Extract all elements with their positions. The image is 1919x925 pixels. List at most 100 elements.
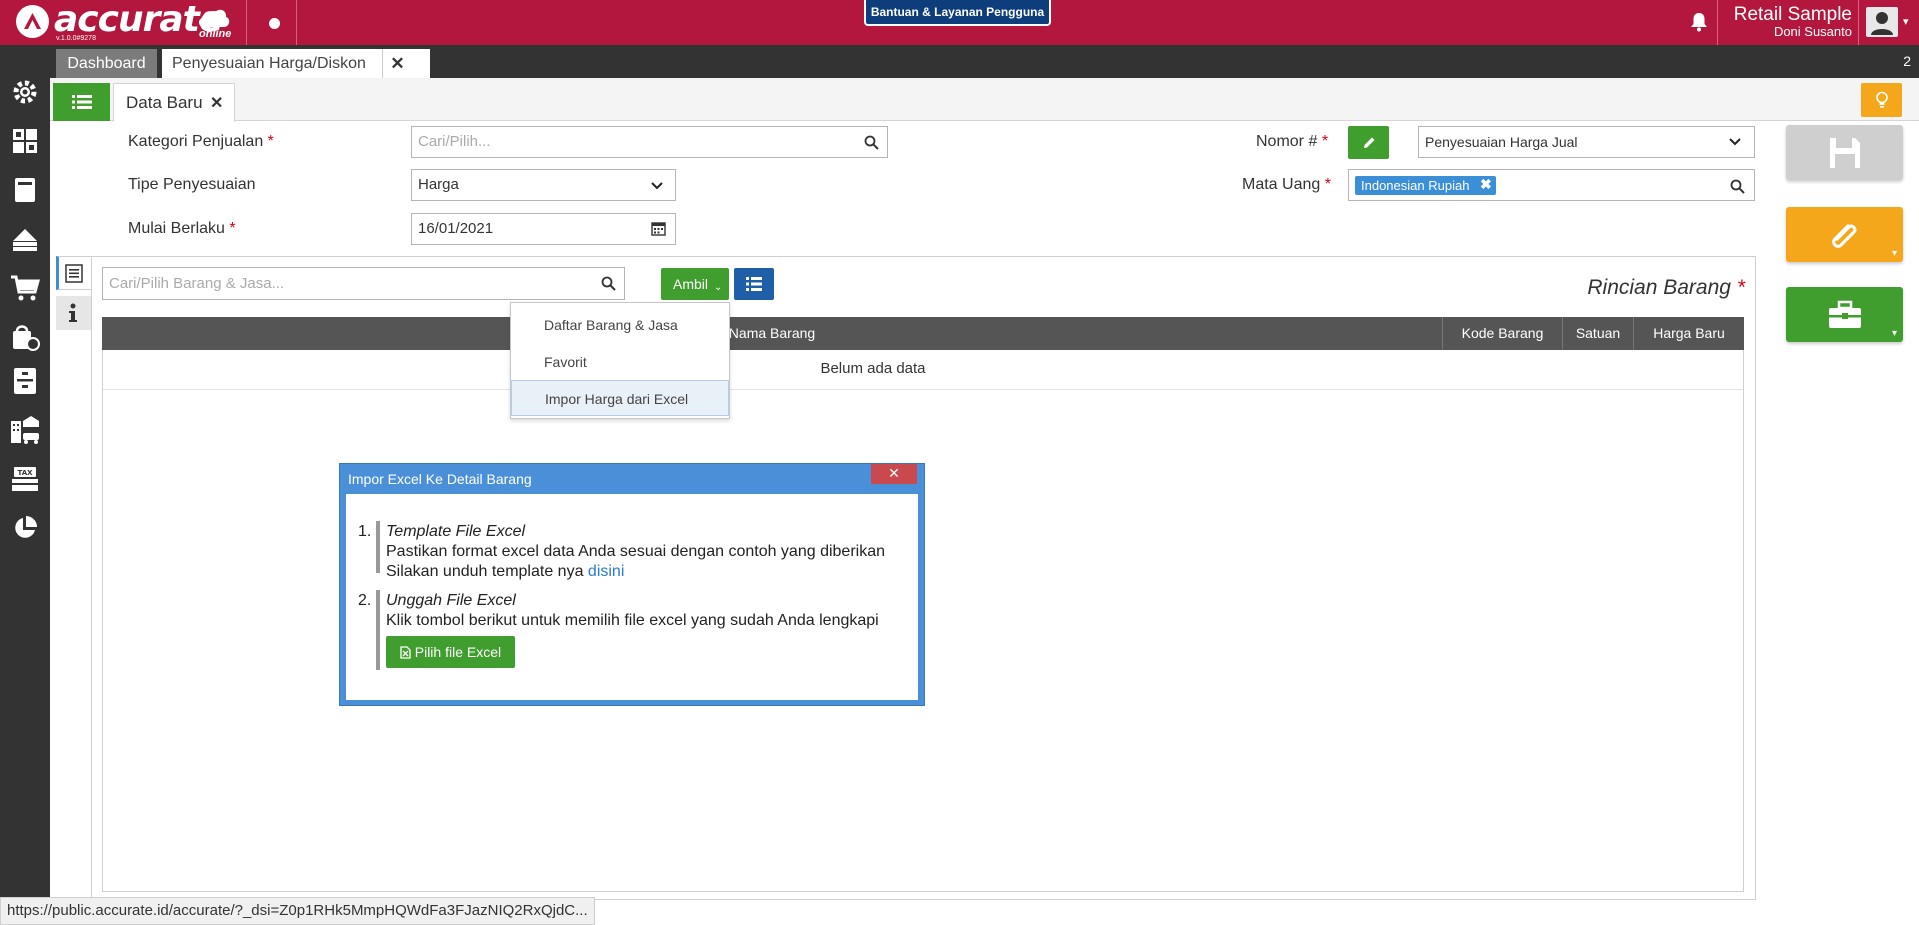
pencil-icon bbox=[1363, 137, 1374, 148]
kategori-penjualan-input[interactable]: Cari/Pilih... bbox=[411, 126, 888, 158]
detail-info-tab[interactable] bbox=[56, 296, 91, 330]
lightbulb-icon bbox=[1875, 91, 1888, 108]
inventory-cabinet-icon[interactable] bbox=[8, 364, 42, 398]
module-tab-bar: Dashboard Penyesuaian Harga/Diskon ✕ 2 bbox=[50, 45, 1919, 78]
tools-button[interactable]: ▾ bbox=[1786, 287, 1903, 342]
dialog-body: 1. Template File Excel Pastikan format e… bbox=[346, 494, 918, 700]
edit-number-button[interactable] bbox=[1348, 126, 1389, 159]
list-view-button[interactable] bbox=[53, 83, 110, 121]
divider bbox=[1858, 0, 1859, 45]
shopping-bag-icon[interactable] bbox=[8, 320, 42, 354]
tipe-penyesuaian-label: Tipe Penyesuaian bbox=[128, 176, 256, 193]
floppy-disk-icon bbox=[1829, 137, 1860, 168]
paperclip-icon bbox=[1831, 223, 1856, 248]
document-list-icon bbox=[65, 264, 83, 283]
form-tab-bar bbox=[50, 78, 1919, 121]
divider bbox=[246, 0, 247, 45]
item-search-input[interactable]: Cari/Pilih Barang & Jasa... bbox=[102, 267, 625, 300]
cloud-icon bbox=[198, 9, 230, 27]
tips-button[interactable] bbox=[1861, 83, 1902, 117]
menu-item-favorit[interactable]: Favorit bbox=[511, 344, 729, 380]
currency-tag: Indonesian Rupiah bbox=[1355, 176, 1496, 195]
step-divider bbox=[376, 590, 380, 670]
tab-count-badge[interactable]: 2 bbox=[1903, 53, 1911, 69]
kategori-label: Kategori Penjualan * bbox=[128, 133, 274, 150]
logo-subtext: online bbox=[199, 28, 232, 40]
list-icon bbox=[746, 277, 762, 291]
dialog-close-button[interactable]: ✕ bbox=[871, 464, 917, 484]
ledger-book-icon[interactable] bbox=[8, 173, 42, 207]
dashboard-blocks-icon[interactable] bbox=[8, 124, 42, 158]
cash-stack-icon[interactable] bbox=[8, 222, 42, 256]
mulai-berlaku-date-input[interactable]: 16/01/2021 bbox=[411, 213, 676, 245]
chevron-down-icon[interactable] bbox=[1728, 137, 1742, 147]
status-bar-url: https://public.accurate.id/accurate/?_ds… bbox=[0, 897, 595, 925]
assets-building-car-icon[interactable] bbox=[8, 413, 42, 447]
app-version: v.1.0.0#9278 bbox=[56, 35, 96, 42]
chevron-down-icon[interactable] bbox=[650, 181, 664, 191]
info-icon bbox=[69, 303, 77, 322]
menu-item-impor-excel[interactable]: Impor Harga dari Excel bbox=[511, 380, 729, 416]
search-icon[interactable] bbox=[601, 276, 616, 291]
step-text: Pastikan format excel data Anda sesuai d… bbox=[386, 543, 885, 560]
step-number: 2. bbox=[358, 592, 372, 609]
briefcase-icon bbox=[1828, 300, 1861, 328]
detail-items-tab[interactable] bbox=[56, 256, 91, 290]
column-nama-barang[interactable]: Nama Barang bbox=[102, 317, 1442, 350]
tax-icon[interactable]: TAX bbox=[8, 462, 42, 496]
bell-icon[interactable] bbox=[1690, 12, 1708, 32]
status-dot-icon[interactable] bbox=[269, 18, 280, 29]
settings-gear-icon[interactable] bbox=[8, 75, 42, 109]
chevron-down-icon[interactable]: ▾ bbox=[1903, 15, 1909, 28]
step-number: 1. bbox=[358, 523, 372, 540]
svg-text:TAX: TAX bbox=[17, 469, 33, 477]
mulai-berlaku-label: Mulai Berlaku * bbox=[128, 220, 236, 237]
tipe-penyesuaian-select[interactable]: Harga bbox=[411, 169, 676, 201]
sidebar: TAX bbox=[0, 45, 50, 925]
company-name[interactable]: Retail Sample bbox=[1730, 4, 1852, 26]
tab-data-baru-label: Data Baru bbox=[126, 93, 203, 112]
table-header: Nama Barang Kode Barang Satuan Harga Bar… bbox=[102, 317, 1744, 350]
chevron-down-icon: ▾ bbox=[1891, 328, 1897, 339]
excel-file-icon bbox=[400, 646, 411, 659]
step-text: Klik tombol berikut untuk memilih file e… bbox=[386, 612, 879, 629]
close-tab-icon[interactable]: ✕ bbox=[382, 49, 412, 78]
column-kode-barang[interactable]: Kode Barang bbox=[1442, 317, 1562, 350]
choose-excel-file-button[interactable]: Pilih file Excel bbox=[386, 636, 515, 668]
download-template-link[interactable]: disini bbox=[588, 563, 624, 580]
mata-uang-label: Mata Uang * bbox=[1242, 176, 1331, 193]
app-logo[interactable]: accurate online v.1.0.0#9278 bbox=[0, 0, 246, 45]
user-name[interactable]: Doni Susanto bbox=[1730, 24, 1852, 39]
column-satuan[interactable]: Satuan bbox=[1562, 317, 1633, 350]
dialog-title: Impor Excel Ke Detail Barang bbox=[348, 471, 532, 487]
remove-tag-icon[interactable]: ✖ bbox=[1480, 176, 1492, 193]
help-button[interactable]: Bantuan & Layanan Pengguna bbox=[864, 0, 1051, 26]
step-divider bbox=[376, 521, 380, 573]
divider bbox=[296, 0, 297, 45]
top-bar: accurate online v.1.0.0#9278 Bantuan & L… bbox=[0, 0, 1919, 45]
step-title: Unggah File Excel bbox=[386, 592, 516, 609]
list-detail-button[interactable] bbox=[734, 268, 774, 300]
logo-mark-icon bbox=[16, 5, 49, 38]
calendar-icon[interactable] bbox=[651, 221, 666, 236]
tab-dashboard[interactable]: Dashboard bbox=[56, 49, 157, 78]
import-excel-dialog: Impor Excel Ke Detail Barang ✕ 1. Templa… bbox=[339, 463, 925, 706]
nomor-type-select[interactable]: Penyesuaian Harga Jual bbox=[1418, 126, 1755, 158]
chevron-down-icon: ⌄ bbox=[714, 282, 723, 293]
close-icon[interactable]: ✕ bbox=[210, 93, 223, 113]
list-icon bbox=[71, 95, 92, 109]
column-harga-baru[interactable]: Harga Baru bbox=[1633, 317, 1744, 350]
user-avatar-icon[interactable] bbox=[1866, 7, 1898, 37]
search-icon[interactable] bbox=[864, 135, 879, 150]
shopping-cart-icon[interactable] bbox=[8, 271, 42, 305]
attachment-button[interactable]: ▾ bbox=[1786, 207, 1903, 262]
step-title: Template File Excel bbox=[386, 523, 526, 540]
ambil-dropdown-menu: Daftar Barang & Jasa Favorit Impor Harga… bbox=[510, 302, 730, 419]
save-button[interactable] bbox=[1786, 125, 1903, 180]
step-text: Silakan unduh template nya disini bbox=[386, 563, 625, 580]
chevron-down-icon: ▾ bbox=[1891, 248, 1897, 259]
pie-chart-report-icon[interactable] bbox=[8, 511, 42, 545]
detail-title: Rincian Barang * bbox=[1587, 276, 1745, 299]
search-icon[interactable] bbox=[1730, 179, 1745, 194]
menu-item-daftar-barang[interactable]: Daftar Barang & Jasa bbox=[511, 307, 729, 343]
